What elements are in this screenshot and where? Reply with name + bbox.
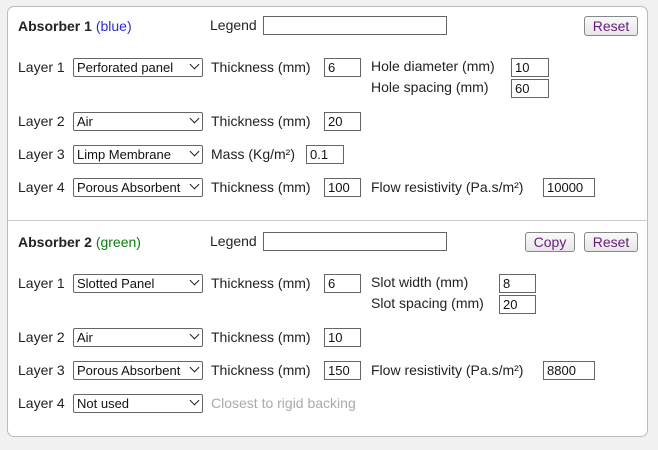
absorber2-layer1-thickness-input[interactable]: 6 [324,274,361,293]
absorber1-layer4-thickness-label: Thickness (mm) [211,179,311,195]
chevron-down-icon [189,275,200,286]
absorber2-layer2-thickness-label: Thickness (mm) [211,329,311,345]
absorber1-layer1-hole-spacing-input[interactable]: 60 [511,79,549,98]
absorber1-legend-input[interactable] [263,16,447,35]
absorber1-layer1-thickness-label: Thickness (mm) [211,59,311,75]
absorber1-layer4-type-value: Porous Absorbent [77,180,181,195]
absorber2-layer1-thickness-label: Thickness (mm) [211,275,311,291]
chevron-down-icon [189,362,200,373]
absorber1-layer2-thickness-input[interactable]: 20 [324,112,361,131]
chevron-down-icon [189,179,200,190]
absorber1-layer1-type-value: Perforated panel [77,60,174,75]
absorber2-layer1-slot-spacing-input[interactable]: 20 [499,295,536,314]
absorber1-layer3-mass-input[interactable]: 0.1 [306,145,344,164]
absorber2-layer4-note: Closest to rigid backing [211,395,356,411]
absorber2-layer4-type-select[interactable]: Not used [73,394,203,413]
absorber1-reset-button[interactable]: Reset [584,16,638,36]
absorber2-reset-button[interactable]: Reset [584,232,638,252]
absorber1-layer2-thickness-label: Thickness (mm) [211,113,311,129]
absorber1-heading: Absorber 1 (blue) [18,18,132,35]
absorber2-layer1-slot-spacing-label: Slot spacing (mm) [371,295,484,311]
absorber1-layer3-mass-label: Mass (Kg/m²) [211,146,295,162]
absorber2-layer2-thickness-input[interactable]: 10 [324,328,361,347]
absorber2-layer2-type-select[interactable]: Air [73,328,203,347]
absorber2-legend-label: Legend [210,233,257,249]
absorber2-color-label: (green) [95,234,141,250]
absorber1-layer1-thickness-input[interactable]: 6 [324,58,361,77]
chevron-down-icon [189,59,200,70]
chevron-down-icon [189,395,200,406]
absorber2-layer1-type-value: Slotted Panel [77,276,155,291]
absorber2-copy-button[interactable]: Copy [525,232,575,252]
absorber1-layer2-label: Layer 2 [18,113,65,129]
absorber1-layer4-label: Layer 4 [18,179,65,195]
section-divider [8,220,648,221]
absorber2-layer1-slot-width-input[interactable]: 8 [499,274,536,293]
absorber1-color-label: (blue) [95,18,132,34]
absorber1-layer1-type-select[interactable]: Perforated panel [73,58,203,77]
absorber1-title: Absorber 1 [18,18,92,34]
absorber2-layer1-type-select[interactable]: Slotted Panel [73,274,203,293]
absorber2-layer1-slot-width-label: Slot width (mm) [371,274,469,290]
absorber1-layer1-hole-diameter-input[interactable]: 10 [511,58,549,77]
absorber1-layer4-type-select[interactable]: Porous Absorbent [73,178,203,197]
absorber2-layer1-label: Layer 1 [18,275,65,291]
absorber1-layer2-type-value: Air [77,114,93,129]
absorber2-layer3-thickness-label: Thickness (mm) [211,362,311,378]
absorber2-layer3-flow-resistivity-input[interactable]: 8800 [543,361,595,380]
absorber2-layer4-label: Layer 4 [18,395,65,411]
chevron-down-icon [189,329,200,340]
absorber2-layer2-type-value: Air [77,330,93,345]
absorber1-layer4-flow-resistivity-label: Flow resistivity (Pa.s/m²) [371,179,524,195]
absorber1-layer1-hole-spacing-label: Hole spacing (mm) [371,79,489,95]
absorber2-legend-input[interactable] [263,232,447,251]
absorber1-layer1-hole-diameter-label: Hole diameter (mm) [371,58,495,74]
chevron-down-icon [189,146,200,157]
absorber2-layer4-type-value: Not used [77,396,130,411]
absorber2-layer3-flow-resistivity-label: Flow resistivity (Pa.s/m²) [371,362,524,378]
absorber2-title: Absorber 2 [18,234,92,250]
chevron-down-icon [189,113,200,124]
absorber2-layer3-type-select[interactable]: Porous Absorbent [73,361,203,380]
absorber1-layer1-label: Layer 1 [18,59,65,75]
absorber1-layer3-type-value: Limp Membrane [77,147,171,162]
absorber2-layer3-type-value: Porous Absorbent [77,363,181,378]
absorber1-layer3-label: Layer 3 [18,146,65,162]
absorber1-layer4-thickness-input[interactable]: 100 [324,178,361,197]
absorber1-layer4-flow-resistivity-input[interactable]: 10000 [543,178,595,197]
absorber2-layer3-thickness-input[interactable]: 150 [324,361,361,380]
absorber2-layer3-label: Layer 3 [18,362,65,378]
absorber1-layer3-type-select[interactable]: Limp Membrane [73,145,203,164]
absorber2-layer2-label: Layer 2 [18,329,65,345]
absorber2-heading: Absorber 2 (green) [18,234,141,251]
absorber1-legend-label: Legend [210,17,257,33]
absorber1-layer2-type-select[interactable]: Air [73,112,203,131]
